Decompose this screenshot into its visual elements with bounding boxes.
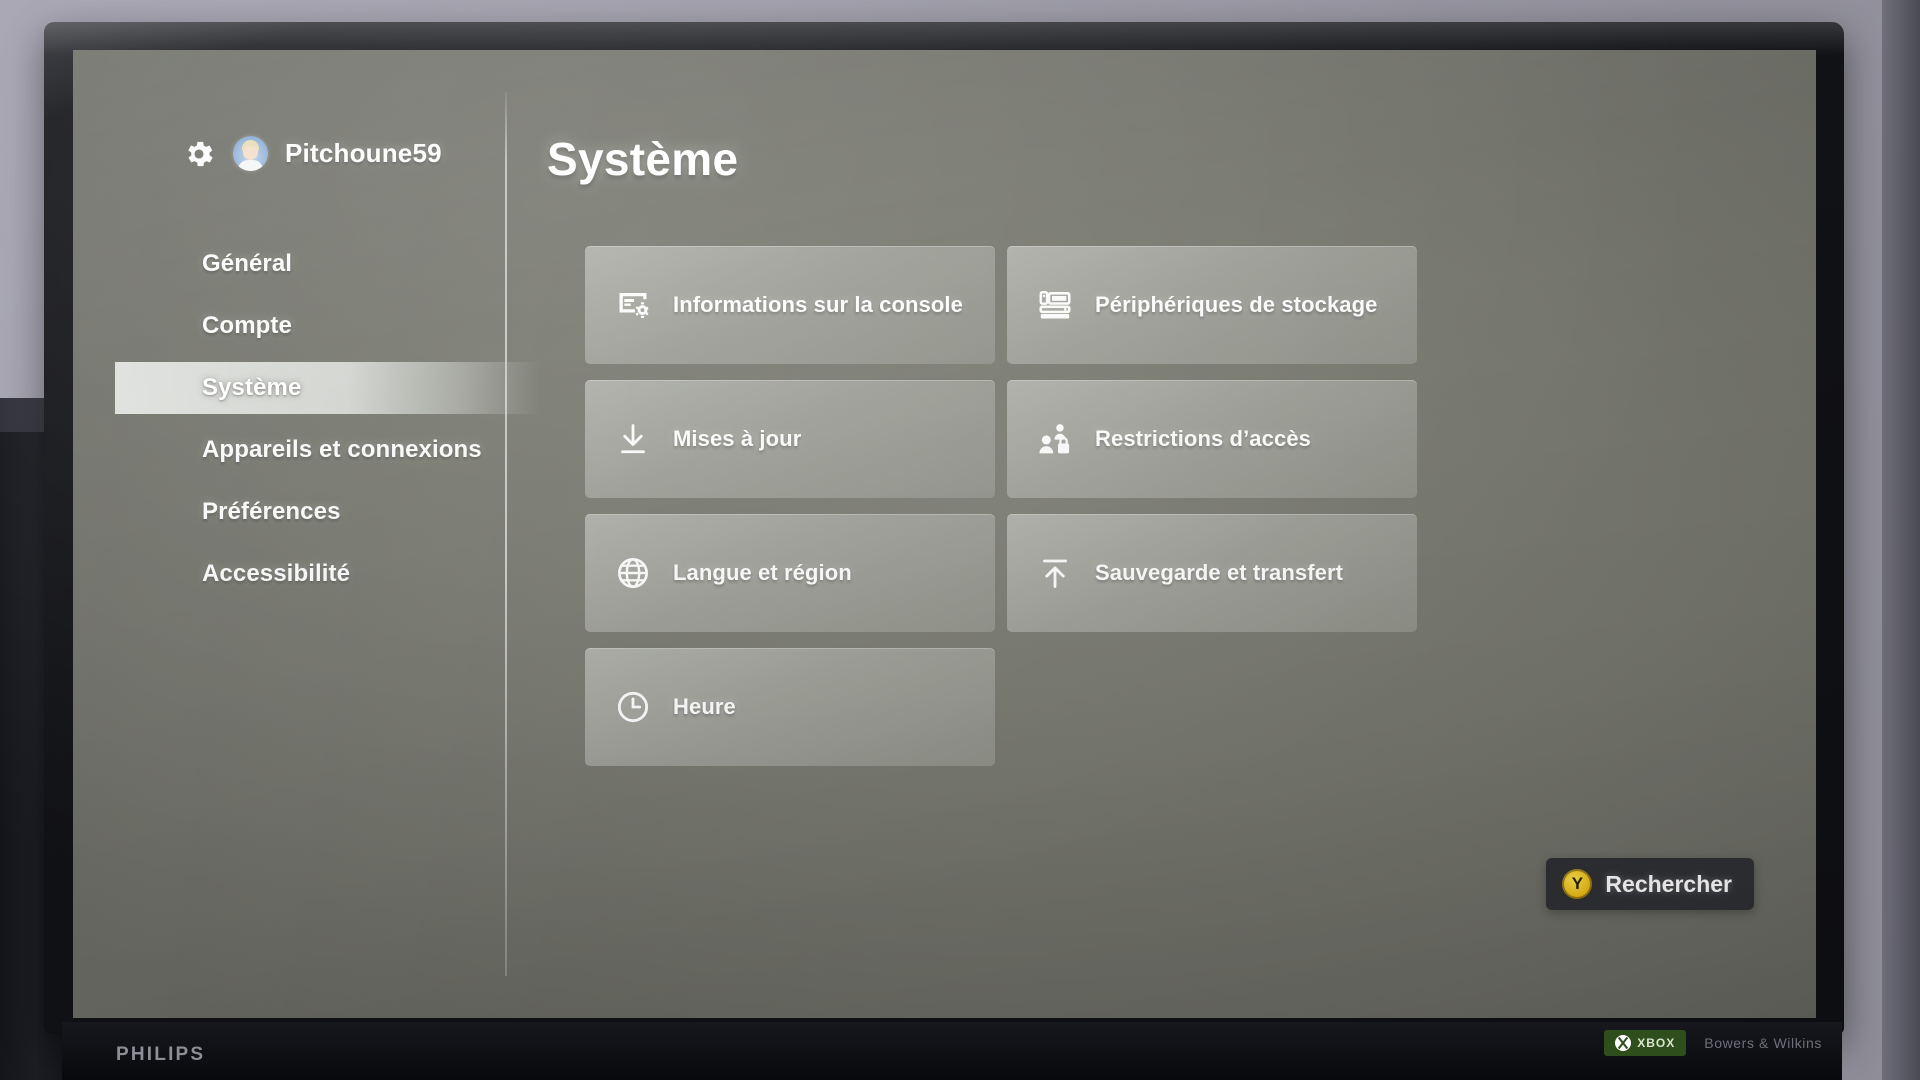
xbox-label: XBOX [1637,1036,1676,1050]
right-wall-shadow [1882,0,1920,1080]
tile-label: Heure [673,693,736,719]
search-button[interactable]: Y Rechercher [1546,858,1754,910]
avatar [233,136,268,171]
tile-langue-et-region[interactable]: Langue et région [585,514,995,632]
search-button-label: Rechercher [1605,870,1732,897]
family-lock-icon [1039,424,1070,454]
sidebar-item-preferences[interactable]: Préférences [73,486,503,538]
sidebar-item-systeme[interactable]: Système [73,362,540,414]
sidebar-item-label: Compte [202,312,292,339]
y-button-icon: Y [1562,869,1593,899]
sidebar-item-label: Appareils et connexions [202,436,482,463]
sidebar-nav: Général Compte Système Appareils et conn… [73,238,540,600]
sidebar-item-compte[interactable]: Compte [73,300,503,352]
tile-restrictions-d-acces[interactable]: Restrictions d’accès [1007,380,1417,498]
sidebar: Pitchoune59 Général Compte Système Appar… [73,50,540,1018]
vertical-divider [505,92,507,976]
tv-screen: Pitchoune59 Général Compte Système Appar… [73,50,1816,1018]
page-title: Système [547,133,739,185]
tile-label: Mises à jour [673,425,802,451]
sidebar-item-label: Accessibilité [202,560,351,587]
tv-chin [62,1022,1842,1080]
tile-peripheriques-de-stockage[interactable]: Périphériques de stockage [1007,246,1417,364]
download-icon [621,424,645,454]
gear-icon [188,141,213,166]
storage-device-icon [1039,291,1071,319]
tile-informations-sur-la-console[interactable]: Informations sur la console [585,246,995,364]
tile-heure[interactable]: Heure [585,648,995,766]
xbox-logo-icon [1615,1035,1632,1051]
settings-tile-grid: Informations sur la console Périphérique… [585,246,1425,766]
sidebar-item-label: Système [202,374,302,401]
tile-label: Périphériques de stockage [1095,291,1378,317]
tv-bezel [44,22,1844,1034]
clock-icon [617,691,649,723]
tile-mises-a-jour[interactable]: Mises à jour [585,380,995,498]
main-panel: Système Informations sur la console Péri… [505,50,1816,1018]
globe-icon [617,557,649,589]
tile-label: Sauvegarde et transfert [1095,559,1344,585]
bezel-gloss [44,22,1844,56]
room-background: Pitchoune59 Général Compte Système Appar… [0,0,1920,1080]
gamertag-label: Pitchoune59 [285,138,442,168]
bowers-wilkins-label: Bowers & Wilkins [1704,1035,1822,1051]
philips-logo: PHILIPS [116,1044,206,1065]
sidebar-item-label: Préférences [202,498,341,525]
sidebar-item-accessibilite[interactable]: Accessibilité [73,548,503,600]
console-info-icon [619,293,649,318]
tile-label: Langue et région [673,559,852,585]
furniture-top [0,398,64,444]
upload-icon [1043,559,1067,588]
account-header[interactable]: Pitchoune59 [182,136,442,171]
tile-sauvegarde-et-transfert[interactable]: Sauvegarde et transfert [1007,514,1417,632]
sidebar-item-general[interactable]: Général [73,238,503,290]
bezel-branding: XBOX Bowers & Wilkins [1604,1030,1822,1056]
television: Pitchoune59 Général Compte Système Appar… [44,22,1886,1080]
tile-label: Informations sur la console [673,291,963,317]
sidebar-item-appareils-et-connexions[interactable]: Appareils et connexions [73,424,503,476]
speaker-furniture [0,432,78,1080]
sidebar-item-label: Général [202,250,293,277]
xbox-badge: XBOX [1604,1030,1687,1056]
tile-label: Restrictions d’accès [1095,425,1311,451]
